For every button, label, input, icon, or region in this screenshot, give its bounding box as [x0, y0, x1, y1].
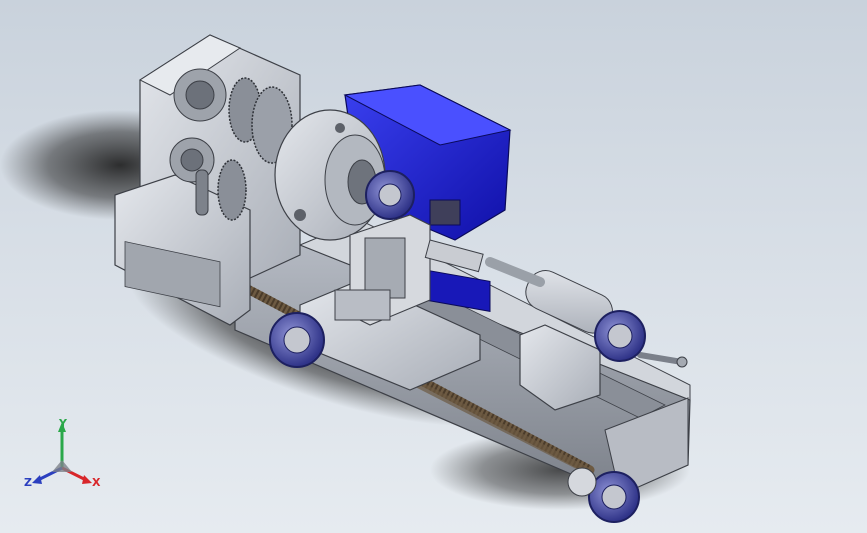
handwheel-carriage[interactable]	[269, 312, 325, 368]
handwheel-top[interactable]	[365, 170, 415, 220]
x-label: X	[92, 476, 101, 489]
y-label: Y	[58, 418, 68, 430]
z-arrow-icon	[32, 475, 42, 484]
triad-origin	[52, 460, 72, 472]
lathe-model[interactable]	[0, 0, 867, 533]
handwheel-leadscrew[interactable]	[567, 467, 640, 523]
handwheel-tailstock[interactable]	[594, 310, 646, 362]
z-label: Z	[24, 476, 32, 489]
view-triad: Y X Z	[24, 418, 101, 489]
cad-viewport[interactable]: Y X Z	[0, 0, 867, 533]
chuck	[274, 109, 386, 241]
x-arrow-icon	[82, 475, 92, 484]
